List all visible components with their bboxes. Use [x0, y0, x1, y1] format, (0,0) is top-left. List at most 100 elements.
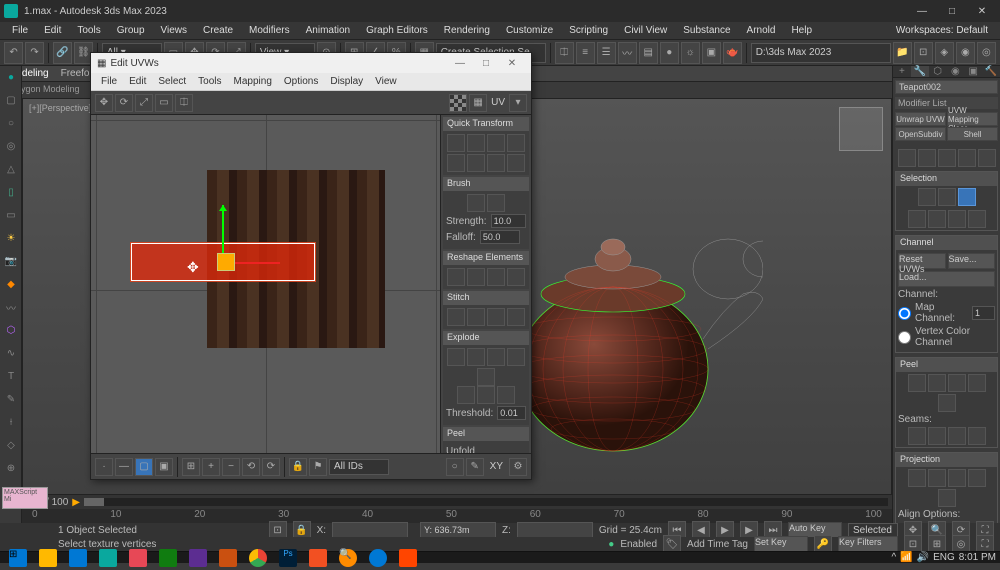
weld-c-button[interactable] — [497, 386, 515, 404]
uv-gizmo-y-axis[interactable] — [222, 205, 224, 253]
lt-light-icon[interactable]: ☀ — [1, 228, 21, 248]
uv-freeform-button[interactable]: ▭ — [155, 94, 173, 112]
stack-config-button[interactable] — [978, 149, 996, 167]
display-tab[interactable]: ▣ — [964, 66, 982, 77]
workspace-dropdown[interactable]: Workspaces: Default — [888, 23, 996, 38]
lt-misc2-icon[interactable]: ⊕ — [1, 458, 21, 478]
maxscript-listener[interactable]: MAXScript Mi — [2, 487, 48, 509]
time-slider-arrow-right-icon[interactable]: ▶ — [72, 497, 80, 508]
uv-mirror-button[interactable]: ⎅ — [175, 94, 193, 112]
peel-c-button[interactable] — [948, 374, 966, 392]
task-app3[interactable] — [184, 546, 212, 570]
reshape-grid-button[interactable] — [507, 268, 525, 286]
create-tab[interactable]: + — [893, 66, 911, 77]
threshold-spinner[interactable]: 0.01 — [497, 406, 526, 420]
map-channel-radio[interactable] — [898, 307, 911, 320]
brush-paint-button[interactable] — [487, 194, 505, 212]
task-app5[interactable] — [304, 546, 332, 570]
task-app4[interactable] — [214, 546, 242, 570]
lt-box-icon[interactable]: ▢ — [1, 90, 21, 110]
menu-edit[interactable]: Edit — [36, 23, 69, 38]
uv-shrink-button[interactable]: − — [222, 458, 240, 476]
uv-edge-mode-button[interactable]: — — [115, 458, 133, 476]
motion-tab[interactable]: ◉ — [946, 66, 964, 77]
menu-views[interactable]: Views — [153, 23, 196, 38]
lt-system-icon[interactable]: ⬡ — [1, 320, 21, 340]
peel-d-button[interactable] — [968, 374, 986, 392]
weld-a-button[interactable] — [457, 386, 475, 404]
sel-shrink-button[interactable] — [928, 210, 946, 228]
uv-grow-button[interactable]: + — [202, 458, 220, 476]
rollout-explode[interactable]: Explode — [443, 331, 529, 345]
brush-falloff-spinner[interactable]: 50.0 — [480, 230, 520, 244]
rollout-projection[interactable]: Projection — [896, 453, 997, 467]
schematic-button[interactable]: ▤ — [639, 42, 658, 64]
proj-planar-button[interactable] — [908, 469, 926, 487]
timeline-ruler[interactable]: 0 10 20 30 40 50 60 70 80 90 100 — [22, 509, 892, 523]
save-uvws-button[interactable]: Save... — [948, 253, 996, 269]
menu-substance[interactable]: Substance — [675, 23, 738, 38]
uv-menu-view[interactable]: View — [369, 75, 403, 88]
uv-selbyelem-button[interactable]: ⊞ — [182, 458, 200, 476]
menu-arnold[interactable]: Arnold — [739, 23, 784, 38]
lt-spacewarp-icon[interactable]: 〰 — [1, 297, 21, 317]
menu-rendering[interactable]: Rendering — [436, 23, 498, 38]
tray-up-icon[interactable]: ^ — [891, 552, 896, 563]
uv-lock-button[interactable]: 🔒 — [289, 458, 307, 476]
redo-button[interactable]: ↷ — [25, 42, 44, 64]
sel-edge-button[interactable] — [938, 188, 956, 206]
lt-paint-icon[interactable]: ✎ — [1, 389, 21, 409]
task-explorer[interactable] — [34, 546, 62, 570]
modify-tab[interactable]: 🔧 — [911, 66, 929, 77]
seam-b-button[interactable] — [928, 427, 946, 445]
rollout-peel[interactable]: Peel — [443, 427, 529, 441]
menu-grapheditors[interactable]: Graph Editors — [358, 23, 436, 38]
uv-options-btn[interactable]: ⚙ — [509, 458, 527, 476]
uv-scale-button[interactable]: ⤢ — [135, 94, 153, 112]
material-editor-button[interactable]: ● — [660, 42, 679, 64]
project-path-display[interactable]: D:\3ds Max 2023 — [751, 43, 891, 63]
uv-menu-mapping[interactable]: Mapping — [228, 75, 278, 88]
uv-minimize-button[interactable]: — — [447, 58, 473, 69]
mirror-button[interactable]: ⎅ — [555, 42, 574, 64]
sel-poly-button[interactable] — [958, 188, 976, 206]
proj-box-button[interactable] — [968, 469, 986, 487]
proj-spline-button[interactable] — [938, 489, 956, 507]
align-button[interactable]: ≡ — [576, 42, 595, 64]
utilities-tab[interactable]: 🔨 — [982, 66, 1000, 77]
menu-modifiers[interactable]: Modifiers — [241, 23, 298, 38]
peel-a-button[interactable] — [908, 374, 926, 392]
tray-wifi-icon[interactable]: 📶 — [900, 552, 912, 563]
proj-sphere-button[interactable] — [948, 469, 966, 487]
folder-button[interactable]: 📁 — [893, 42, 912, 64]
layer-button[interactable]: ☰ — [597, 42, 616, 64]
tool-a-button[interactable]: ⊡ — [914, 42, 933, 64]
explode-a-button[interactable] — [447, 348, 465, 366]
uv-gizmo-center[interactable] — [217, 253, 235, 271]
modbtn-unwrap[interactable]: Unwrap UVW — [895, 112, 946, 126]
key-target-dropdown[interactable]: Selected — [848, 523, 898, 537]
stitch-avg-button[interactable] — [507, 308, 525, 326]
coord-x-field[interactable] — [332, 522, 408, 538]
uv-ring-button[interactable]: ⟳ — [262, 458, 280, 476]
explode-c-button[interactable] — [487, 348, 505, 366]
lt-helper-icon[interactable]: ◆ — [1, 274, 21, 294]
curve-editor-button[interactable]: 〰 — [618, 42, 637, 64]
stack-pin-button[interactable] — [898, 149, 916, 167]
sel-vertex-button[interactable] — [918, 188, 936, 206]
uv-maximize-button[interactable]: □ — [473, 58, 499, 69]
uv-ids-dropdown[interactable]: All IDs — [329, 459, 389, 475]
qt-align-mid-button[interactable] — [467, 154, 485, 172]
uv-rotate-button[interactable]: ⟳ — [115, 94, 133, 112]
sel-ring-button[interactable] — [948, 210, 966, 228]
lt-cylinder-icon[interactable]: ▯ — [1, 182, 21, 202]
menu-animation[interactable]: Animation — [298, 23, 358, 38]
menu-file[interactable]: File — [4, 23, 36, 38]
object-name-field[interactable]: Teapot002 — [895, 80, 998, 94]
qt-flip-v-button[interactable] — [507, 154, 525, 172]
tray-sound-icon[interactable]: 🔊 — [917, 552, 929, 563]
menu-help[interactable]: Help — [783, 23, 820, 38]
uv-options-button[interactable]: ▾ — [509, 94, 527, 112]
vertex-color-radio[interactable] — [898, 331, 911, 344]
lt-misc1-icon[interactable]: ◇ — [1, 435, 21, 455]
